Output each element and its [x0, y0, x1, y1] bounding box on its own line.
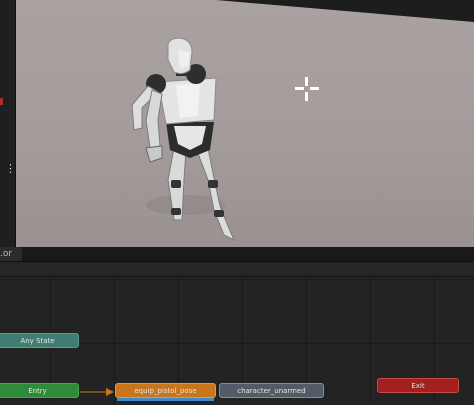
- right-knee: [208, 180, 218, 188]
- scene-view[interactable]: ⋮: [0, 0, 474, 247]
- transition-arrow[interactable]: [80, 387, 116, 399]
- scene-left-toolbar: ⋮: [0, 0, 16, 247]
- state-machine-graph[interactable]: Any State Entry equip_pistol_pose charac…: [0, 277, 474, 405]
- tab-animator[interactable]: .or: [0, 247, 22, 261]
- right-ankle: [214, 210, 224, 217]
- robot-character[interactable]: [116, 30, 276, 245]
- state-progress-bar: [117, 398, 214, 401]
- gizmo-marker: [0, 98, 3, 105]
- chest-plate: [176, 83, 200, 118]
- state-any-state[interactable]: Any State: [0, 333, 79, 348]
- animator-tab-bar: .or: [0, 247, 474, 262]
- state-label: equip_pistol_pose: [134, 387, 197, 395]
- more-icon[interactable]: ⋮: [5, 163, 16, 174]
- left-ankle: [171, 208, 181, 215]
- state-exit[interactable]: Exit: [377, 378, 459, 393]
- right-leg: [195, 147, 235, 242]
- left-knee: [171, 180, 181, 188]
- hand: [145, 145, 163, 163]
- animator-window: .or Any State Entry equip_pistol_pose ch…: [0, 247, 474, 405]
- scene-viewport[interactable]: [16, 0, 474, 247]
- state-equip-pistol-pose[interactable]: equip_pistol_pose: [115, 383, 216, 401]
- state-entry[interactable]: Entry: [0, 383, 79, 398]
- animator-toolbar: [0, 262, 474, 277]
- wall-edge: [16, 0, 474, 22]
- crosshair-icon: [295, 77, 319, 101]
- state-character-unarmed[interactable]: character_unarmed: [219, 383, 324, 398]
